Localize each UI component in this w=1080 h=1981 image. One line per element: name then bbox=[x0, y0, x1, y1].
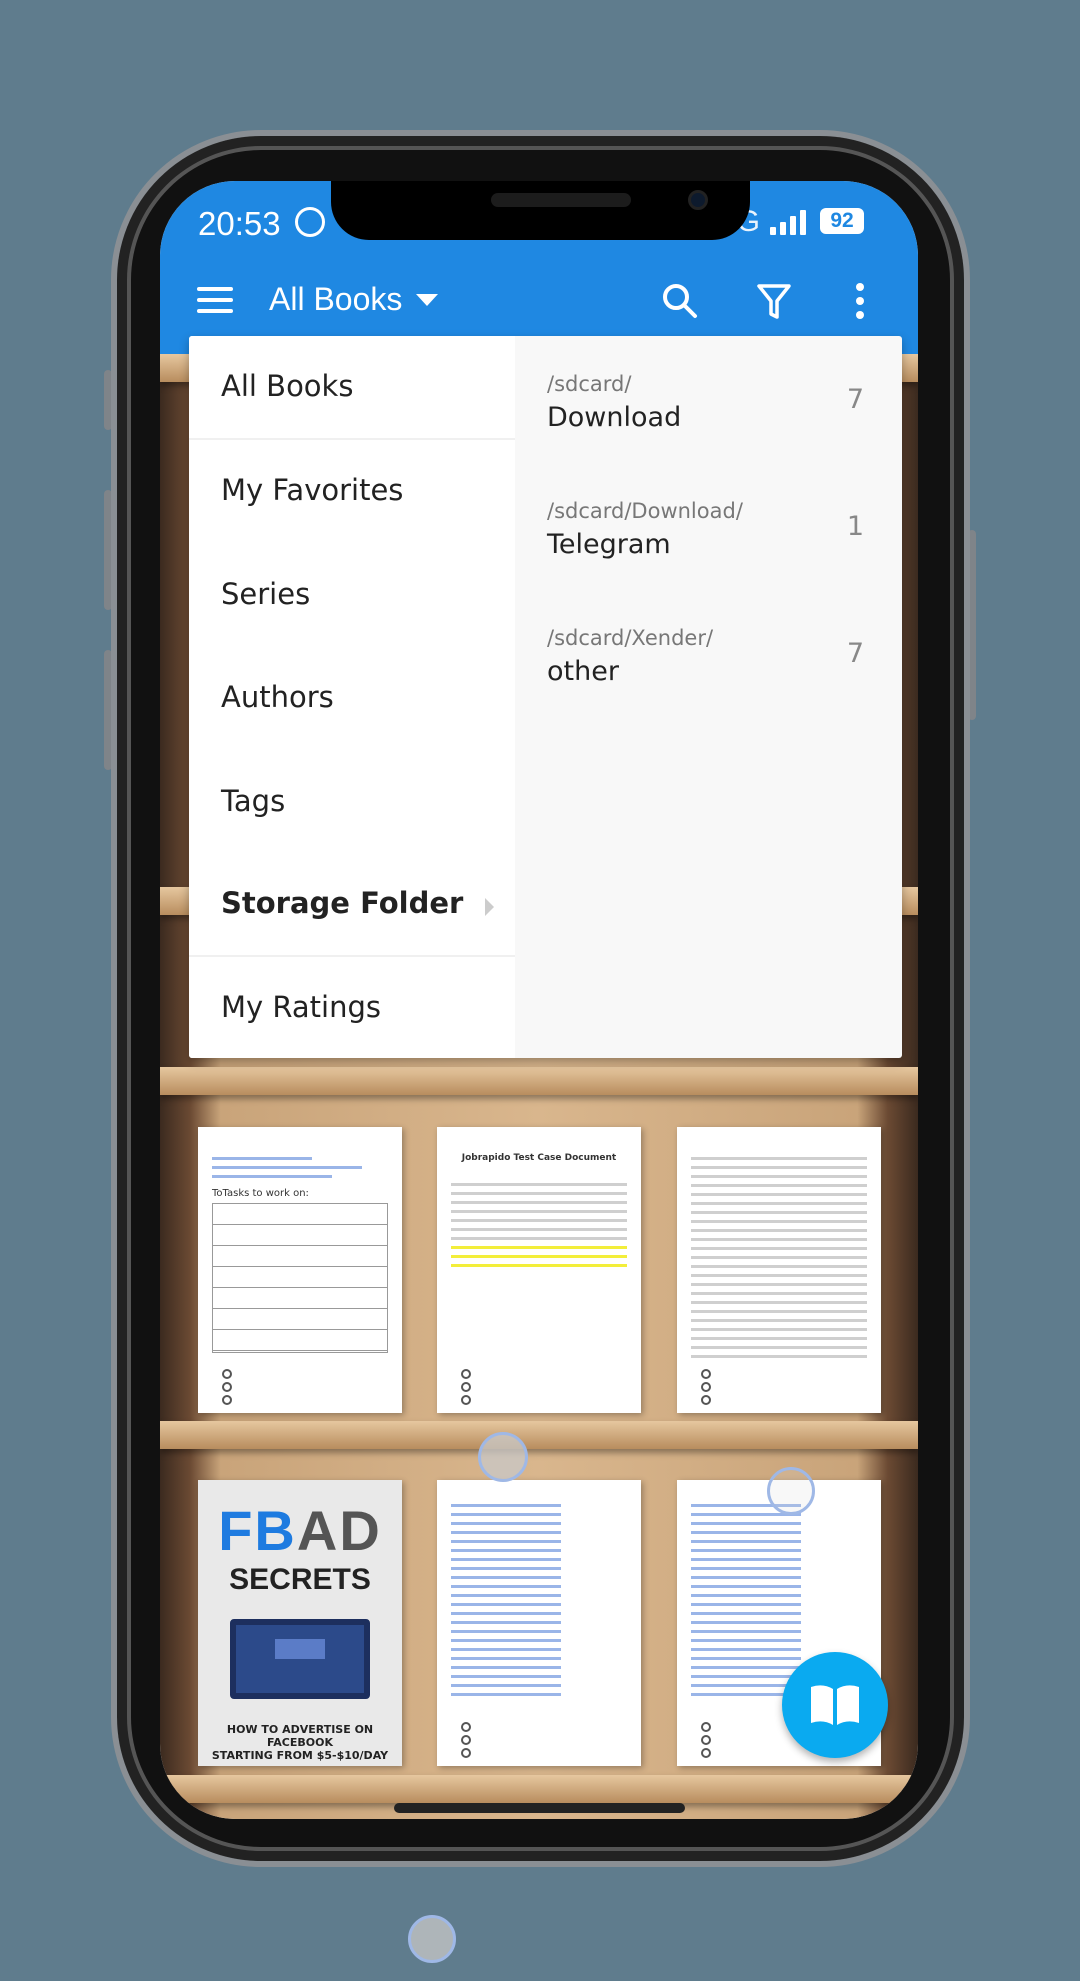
library-selector[interactable]: All Books bbox=[269, 281, 439, 318]
cover-text: SECRETS bbox=[229, 1563, 371, 1596]
screen: ToTasks to work on: Jobrapido Test Case … bbox=[160, 181, 918, 1819]
cover-text: FB bbox=[218, 1499, 297, 1562]
menu-item-tags[interactable]: Tags bbox=[221, 784, 285, 818]
book-open-icon bbox=[811, 1685, 859, 1725]
folder-name: other bbox=[547, 656, 619, 687]
menu-item-my-ratings[interactable]: My Ratings bbox=[221, 990, 381, 1024]
divider bbox=[189, 438, 515, 440]
menu-item-storage-folder[interactable]: Storage Folder bbox=[221, 886, 463, 920]
divider bbox=[189, 955, 515, 957]
cover-text: AD bbox=[296, 1499, 382, 1562]
menu-icon[interactable] bbox=[197, 287, 233, 313]
notch bbox=[331, 181, 750, 240]
folder-item[interactable]: /sdcard/Download bbox=[547, 372, 681, 433]
menu-item-all-books[interactable]: All Books bbox=[221, 369, 353, 403]
cover-text: STARTING FROM $5-$10/DAY bbox=[211, 1749, 389, 1762]
folder-item[interactable]: /sdcard/Download/Telegram bbox=[547, 499, 743, 560]
folder-path: /sdcard/Xender/ bbox=[547, 626, 714, 650]
book-cover[interactable]: ToTasks to work on: bbox=[198, 1127, 402, 1413]
speaker bbox=[491, 193, 631, 207]
filter-icon[interactable] bbox=[754, 281, 794, 321]
folder-count: 7 bbox=[846, 638, 864, 669]
ring-icon bbox=[222, 1369, 232, 1405]
menu-item-my-favorites[interactable]: My Favorites bbox=[221, 473, 403, 507]
folder-path: /sdcard/Download/ bbox=[547, 499, 743, 523]
book-cover[interactable]: Jobrapido Test Case Document bbox=[437, 1127, 641, 1413]
laptop-illustration bbox=[230, 1619, 370, 1699]
folder-name: Download bbox=[547, 402, 682, 433]
camera bbox=[688, 190, 708, 210]
shelf-board bbox=[160, 1067, 918, 1095]
library-dropdown: All Books My Favorites Series Authors Ta… bbox=[189, 336, 902, 1058]
ring-icon bbox=[461, 1722, 471, 1758]
touch-indicator bbox=[408, 1915, 456, 1963]
ring-icon bbox=[701, 1369, 711, 1405]
book-heading: ToTasks to work on: bbox=[212, 1188, 309, 1199]
shelf-board bbox=[160, 1421, 918, 1449]
folder-path: /sdcard/ bbox=[547, 372, 632, 396]
status-time: 20:53 bbox=[198, 205, 281, 242]
signal-icon bbox=[770, 209, 806, 235]
book-cover[interactable] bbox=[677, 1127, 881, 1413]
folder-name: Telegram bbox=[547, 529, 671, 560]
more-vert-icon[interactable] bbox=[852, 281, 868, 321]
app-title: All Books bbox=[269, 281, 403, 317]
chevron-right-icon bbox=[485, 898, 494, 916]
shelf-board bbox=[160, 1775, 918, 1803]
open-book-fab[interactable] bbox=[782, 1652, 888, 1758]
touch-indicator bbox=[767, 1467, 815, 1515]
cover-text: HOW TO ADVERTISE ON FACEBOOK bbox=[226, 1723, 374, 1749]
ring-icon bbox=[461, 1369, 471, 1405]
book-cover-fb-ad-secrets[interactable]: FBAD SECRETS HOW TO ADVERTISE ON FACEBOO… bbox=[198, 1480, 402, 1766]
search-icon[interactable] bbox=[660, 281, 700, 321]
folder-count: 7 bbox=[846, 384, 864, 415]
book-cover[interactable] bbox=[437, 1480, 641, 1766]
menu-list: All Books My Favorites Series Authors Ta… bbox=[189, 336, 515, 1058]
folder-count: 1 bbox=[846, 511, 864, 542]
whatsapp-icon bbox=[295, 207, 325, 237]
touch-indicator bbox=[478, 1432, 528, 1482]
dropdown-caret-icon bbox=[416, 293, 439, 306]
home-indicator[interactable] bbox=[394, 1803, 685, 1813]
folder-item[interactable]: /sdcard/Xender/other bbox=[547, 626, 713, 687]
menu-item-series[interactable]: Series bbox=[221, 577, 310, 611]
book-heading: Jobrapido Test Case Document bbox=[461, 1153, 617, 1163]
ring-icon bbox=[701, 1722, 711, 1758]
battery-level: 92 bbox=[820, 208, 864, 234]
menu-item-authors[interactable]: Authors bbox=[221, 680, 334, 714]
